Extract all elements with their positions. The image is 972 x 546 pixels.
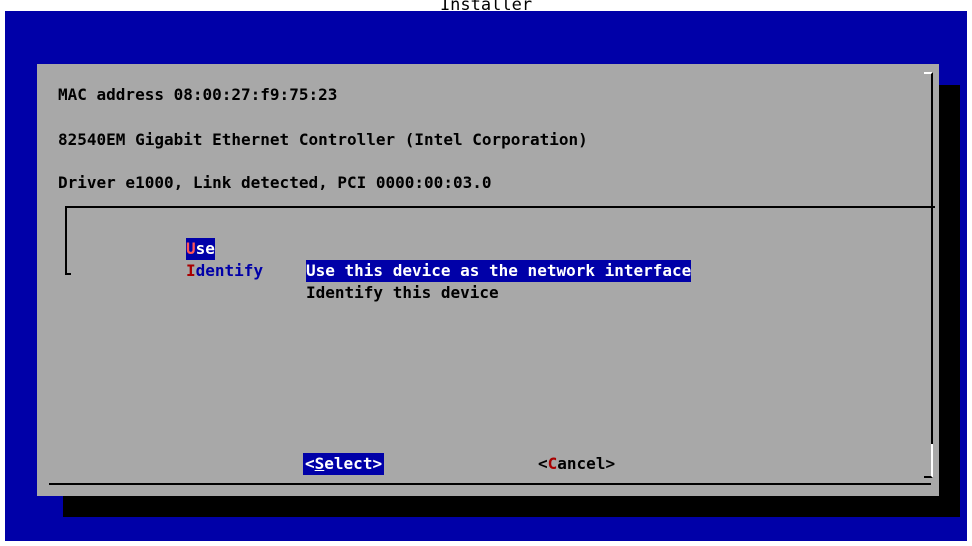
select-button-hotkey: S	[314, 454, 325, 473]
dialog-bottom-divider	[49, 483, 931, 485]
menu-item-identify-tag-rest: dentify	[195, 261, 264, 280]
select-button-rest: elect	[324, 454, 373, 473]
menu-item-identify[interactable]: Identify Identify this device	[67, 238, 499, 302]
menu-item-use[interactable]: Use Use this device as the network inter…	[67, 216, 692, 282]
menu-item-use-hotkey: U	[186, 239, 196, 258]
window-title: Installer	[0, 0, 972, 11]
menu-item-use-tag[interactable]: Use	[186, 238, 215, 260]
cancel-button-open: <	[538, 454, 548, 473]
menu-item-use-description[interactable]: Use this device as the network interface	[306, 260, 692, 282]
network-device-dialog: MAC address 08:00:27:f9:75:23 82540EM Gi…	[37, 64, 939, 496]
menu-item-identify-tag[interactable]: Identify	[186, 260, 263, 282]
mac-address-line: MAC address 08:00:27:f9:75:23	[58, 85, 338, 104]
cancel-button-hotkey: C	[547, 454, 558, 473]
select-button-close: >	[372, 454, 383, 473]
device-action-list: Use Use this device as the network inter…	[65, 206, 935, 302]
driver-line: Driver e1000, Link detected, PCI 0000:00…	[58, 173, 492, 192]
cancel-button[interactable]: <Cancel>	[538, 453, 615, 475]
select-button-open: <	[305, 454, 315, 473]
menu-item-identify-description[interactable]: Identify this device	[306, 282, 499, 304]
menu-item-use-tag-rest: se	[195, 239, 215, 258]
dialog-frame-bottom-right	[924, 444, 933, 478]
menu-item-identify-hotkey: I	[186, 261, 196, 280]
cancel-button-rest: ancel	[557, 454, 606, 473]
terminal-screen: MAC address 08:00:27:f9:75:23 82540EM Gi…	[5, 11, 967, 541]
cancel-button-close: >	[605, 454, 616, 473]
controller-line: 82540EM Gigabit Ethernet Controller (Int…	[58, 130, 588, 149]
select-button[interactable]: <Select>	[303, 453, 385, 475]
